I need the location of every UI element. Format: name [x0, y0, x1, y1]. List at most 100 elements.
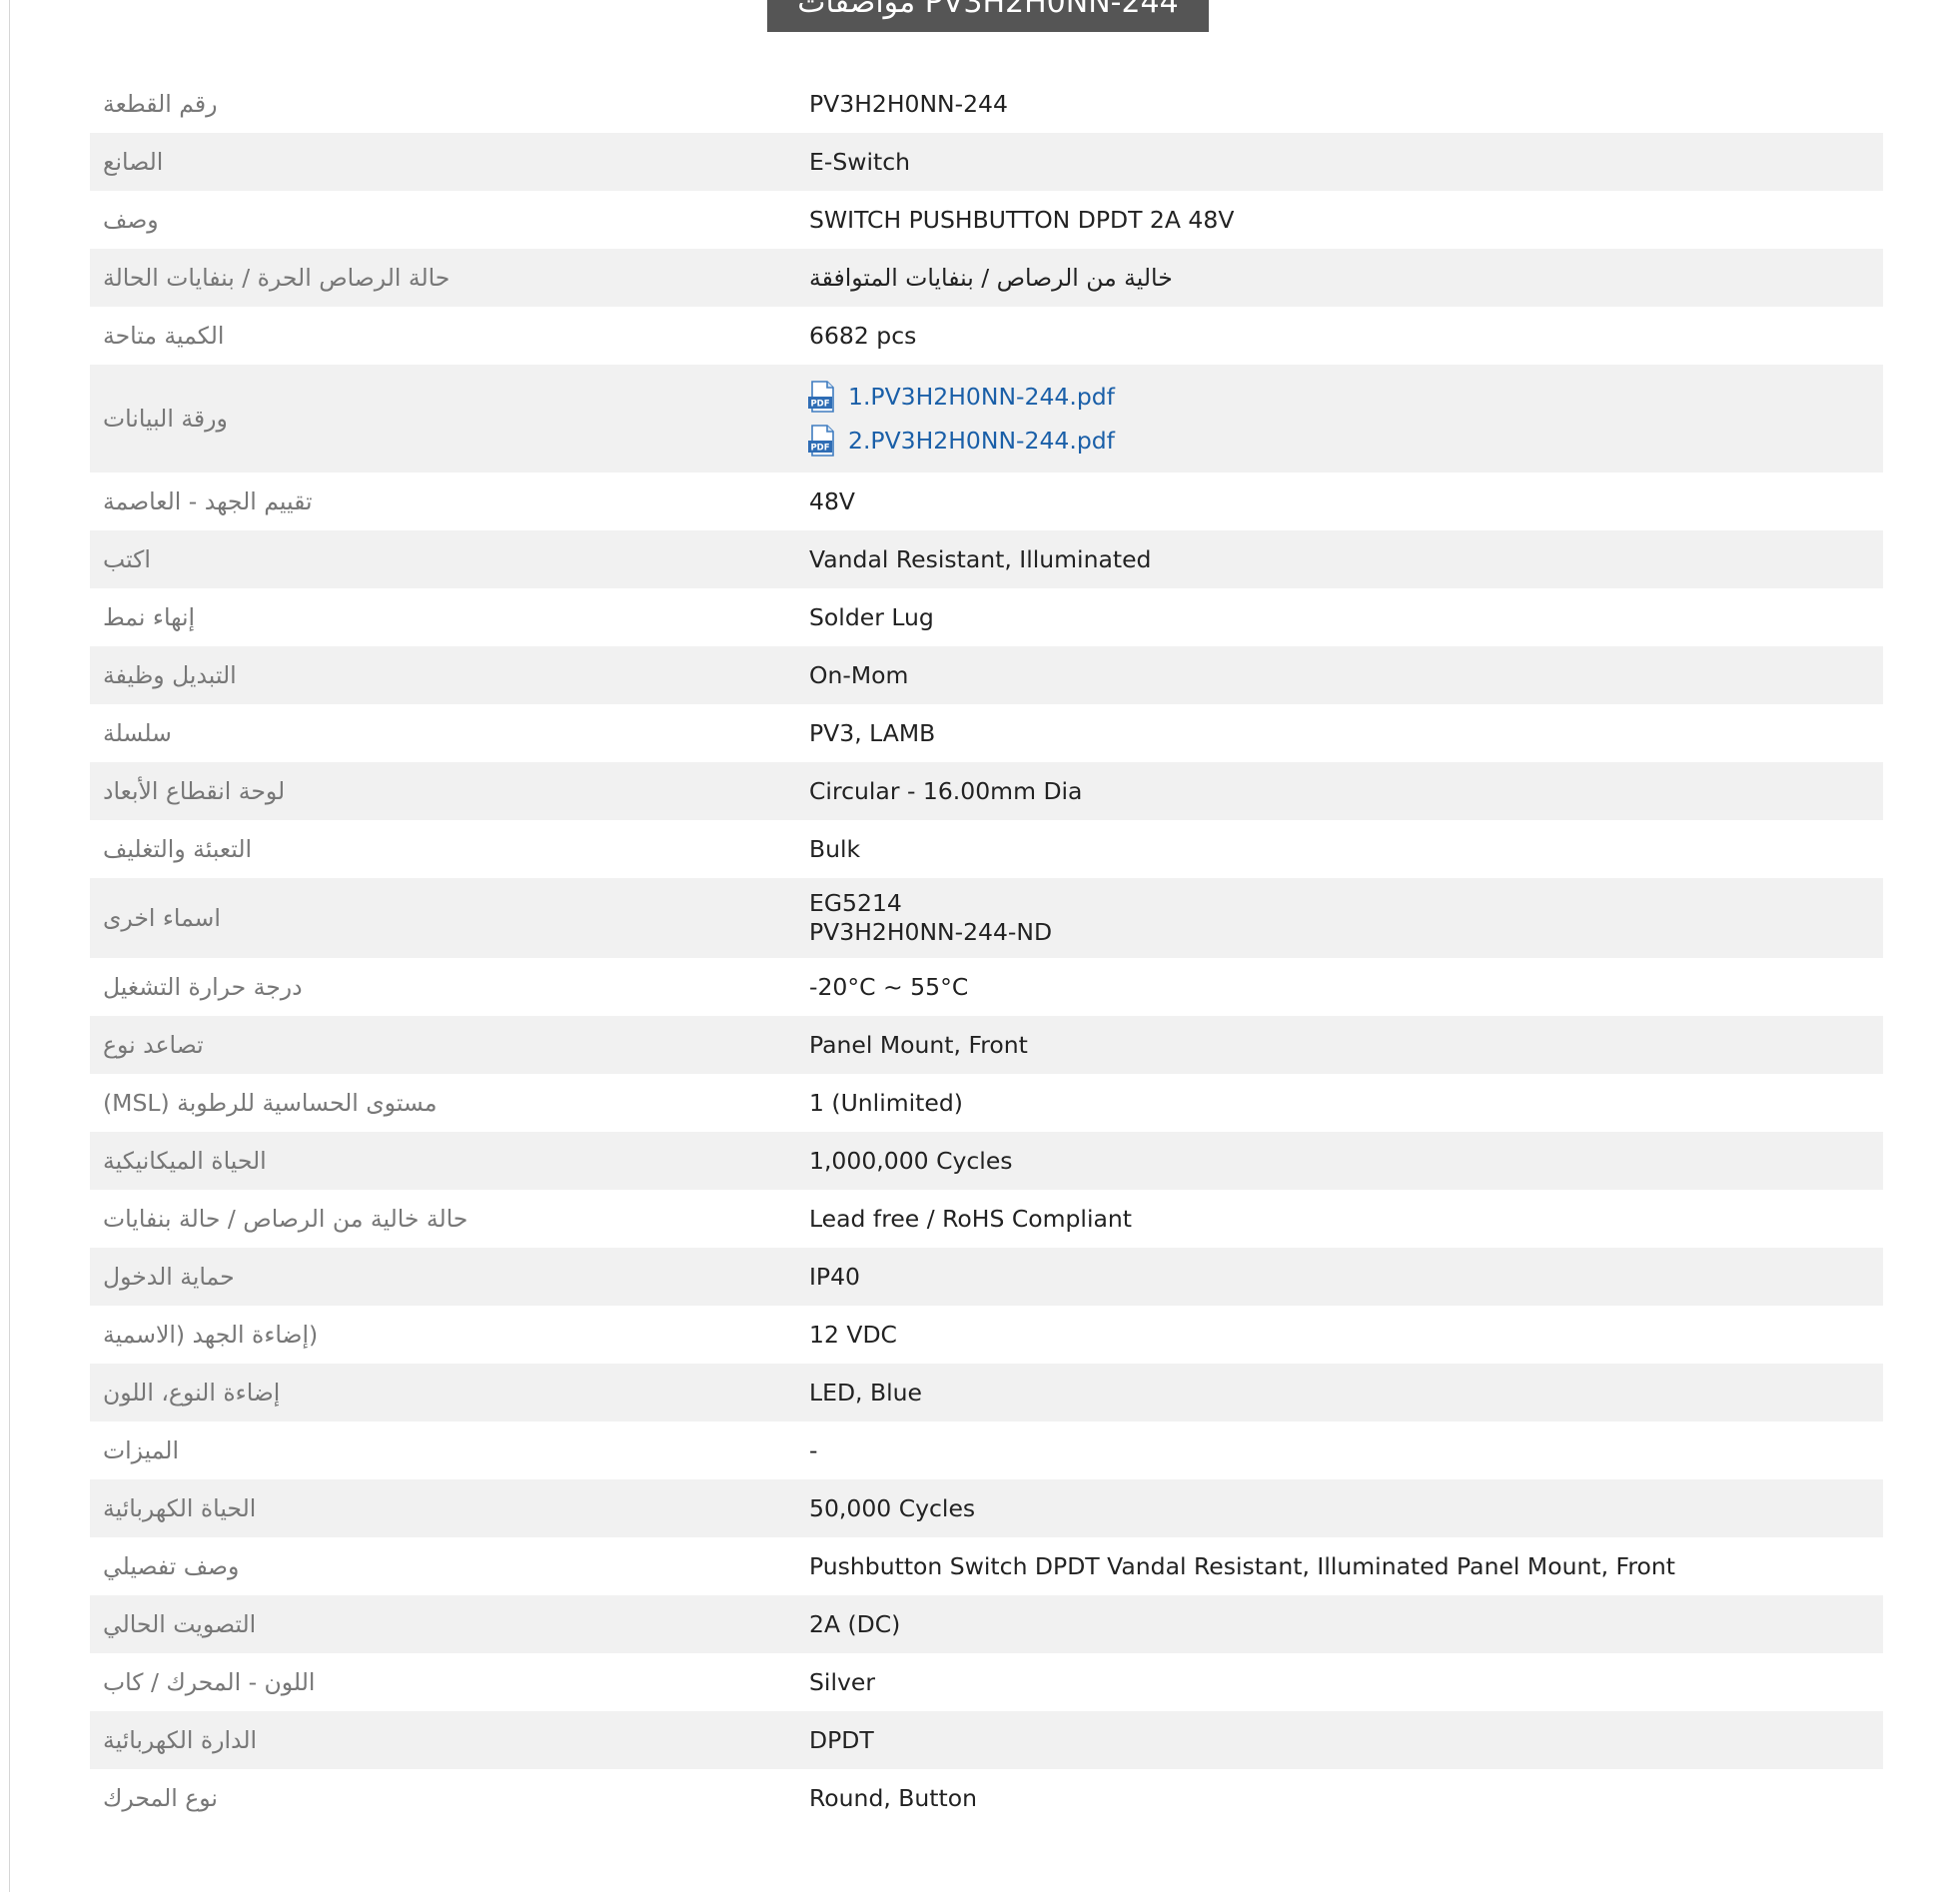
spec-row-mechanical-life: الحياة الميكانيكية 1,000,000 Cycles	[90, 1132, 1883, 1190]
spec-value: Lead free / RoHS Compliant	[809, 1205, 1132, 1233]
spec-row-part-number: رقم القطعة PV3H2H0NN-244	[90, 75, 1883, 133]
spec-value: Round, Button	[809, 1784, 978, 1812]
spec-row-mounting-type: تصاعد نوع Panel Mount, Front	[90, 1016, 1883, 1074]
spec-row-type: اكتب Vandal Resistant, Illuminated	[90, 530, 1883, 588]
spec-row-packaging: التعبئة والتغليف Bulk	[90, 820, 1883, 878]
svg-text:PDF: PDF	[810, 400, 829, 410]
spec-row-switch-function: التبديل وظيفة On-Mom	[90, 646, 1883, 704]
spec-value: 12 VDC	[809, 1321, 897, 1349]
spec-label: لوحة انقطاع الأبعاد	[103, 777, 286, 805]
spec-value: Vandal Resistant, Illuminated	[809, 545, 1152, 573]
spec-row-actuator-type: نوع المحرك Round, Button	[90, 1769, 1883, 1827]
spec-label: وصف تفصيلي	[103, 1552, 240, 1580]
spec-row-quantity-available: الكمية متاحة 6682 pcs	[90, 307, 1883, 365]
spec-value: 1 (Unlimited)	[809, 1089, 963, 1117]
spec-label: الدارة الكهربائية	[103, 1726, 258, 1754]
spec-value: Circular - 16.00mm Dia	[809, 777, 1083, 805]
spec-row-panel-cutout: لوحة انقطاع الأبعاد Circular - 16.00mm D…	[90, 762, 1883, 820]
spec-row-datasheet: ورقة البيانات PDF 1.PV3H2H0NN-244.pdf PD…	[90, 365, 1883, 473]
spec-label: إضاءة النوع، اللون	[103, 1379, 281, 1407]
spec-label: نوع المحرك	[103, 1784, 218, 1812]
spec-value: 2A (DC)	[809, 1610, 901, 1638]
spec-value: E-Switch	[809, 148, 911, 176]
spec-label: ورقة البيانات	[103, 405, 228, 433]
spec-value: PV3H2H0NN-244	[809, 90, 1008, 118]
specifications-tab-header: PV3H2H0NN-244 مواصفات	[767, 0, 1209, 32]
spec-label: الكمية متاحة	[103, 322, 225, 350]
spec-row-electrical-life: الحياة الكهربائية 50,000 Cycles	[90, 1479, 1883, 1537]
datasheet-link-text: 1.PV3H2H0NN-244.pdf	[848, 383, 1115, 411]
spec-label: التبديل وظيفة	[103, 661, 237, 689]
spec-label: سلسلة	[103, 719, 172, 747]
spec-row-ingress-protection: حماية الدخول IP40	[90, 1248, 1883, 1306]
pdf-icon: PDF	[808, 381, 834, 413]
svg-text:PDF: PDF	[810, 444, 829, 454]
specifications-table: رقم القطعة PV3H2H0NN-244 الصانع E-Switch…	[90, 75, 1883, 1827]
spec-label: التعبئة والتغليف	[103, 835, 253, 863]
specifications-title: PV3H2H0NN-244 مواصفات	[797, 0, 1179, 20]
datasheet-link-1[interactable]: PDF 1.PV3H2H0NN-244.pdf	[806, 375, 1883, 419]
page-left-border	[9, 0, 10, 1892]
spec-row-illumination-voltage: (إضاءة الجهد (الاسمية 12 VDC	[90, 1306, 1883, 1364]
spec-row-illumination-type: إضاءة النوع، اللون LED, Blue	[90, 1364, 1883, 1421]
spec-row-msl: (MSL) مستوى الحساسية للرطوبة 1 (Unlimite…	[90, 1074, 1883, 1132]
spec-value: -	[809, 1436, 818, 1464]
spec-label: الميزات	[103, 1436, 179, 1464]
spec-value: خالية من الرصاص / بنفايات المتوافقة	[809, 264, 1173, 292]
spec-row-rohs-status: حالة خالية من الرصاص / حالة بنفايات Lead…	[90, 1190, 1883, 1248]
spec-value: Panel Mount, Front	[809, 1031, 1028, 1059]
spec-value: PV3, LAMB	[809, 719, 936, 747]
other-name-line: PV3H2H0NN-244-ND	[809, 918, 1053, 946]
other-name-line: EG5214	[809, 889, 902, 917]
spec-value: DPDT	[809, 1726, 874, 1754]
spec-label: الحياة الكهربائية	[103, 1494, 257, 1522]
spec-value: EG5214 PV3H2H0NN-244-ND	[792, 878, 1883, 958]
spec-value: LED, Blue	[809, 1379, 922, 1407]
spec-row-lead-free-status: حالة الرصاص الحرة / بنفايات الحالة خالية…	[90, 249, 1883, 307]
spec-label: اكتب	[103, 545, 151, 573]
spec-label: رقم القطعة	[103, 90, 218, 118]
spec-value: 48V	[809, 487, 855, 515]
spec-row-actuator-color: اللون - المحرك / كاب Silver	[90, 1653, 1883, 1711]
spec-row-operating-temperature: درجة حرارة التشغيل -20°C ~ 55°C	[90, 958, 1883, 1016]
spec-value: Silver	[809, 1668, 876, 1696]
spec-label: (إضاءة الجهد (الاسمية	[103, 1321, 319, 1349]
spec-value: 1,000,000 Cycles	[809, 1147, 1013, 1175]
spec-label: تقييم الجهد - العاصمة	[103, 487, 313, 515]
spec-label: تصاعد نوع	[103, 1031, 204, 1059]
spec-label: حالة الرصاص الحرة / بنفايات الحالة	[103, 264, 451, 292]
spec-value: IP40	[809, 1263, 861, 1291]
spec-label: الحياة الميكانيكية	[103, 1147, 267, 1175]
spec-label: وصف	[103, 206, 159, 234]
spec-label: إنهاء نمط	[103, 603, 196, 631]
spec-row-circuit: الدارة الكهربائية DPDT	[90, 1711, 1883, 1769]
datasheet-link-2[interactable]: PDF 2.PV3H2H0NN-244.pdf	[806, 419, 1883, 463]
spec-row-series: سلسلة PV3, LAMB	[90, 704, 1883, 762]
datasheet-links: PDF 1.PV3H2H0NN-244.pdf PDF 2.PV3H2H0NN-…	[792, 365, 1883, 473]
pdf-icon: PDF	[808, 425, 834, 457]
spec-row-manufacturer: الصانع E-Switch	[90, 133, 1883, 191]
spec-value: -20°C ~ 55°C	[809, 973, 969, 1001]
spec-value: SWITCH PUSHBUTTON DPDT 2A 48V	[809, 206, 1235, 234]
spec-value: Pushbutton Switch DPDT Vandal Resistant,…	[809, 1552, 1675, 1580]
spec-label: اسماء اخرى	[103, 904, 221, 932]
spec-row-voltage-rating-dc: تقييم الجهد - العاصمة 48V	[90, 473, 1883, 530]
spec-value: 50,000 Cycles	[809, 1494, 976, 1522]
spec-row-other-names: اسماء اخرى EG5214 PV3H2H0NN-244-ND	[90, 878, 1883, 958]
spec-row-current-rating: التصويت الحالي 2A (DC)	[90, 1595, 1883, 1653]
spec-label: حماية الدخول	[103, 1263, 235, 1291]
spec-value: Bulk	[809, 835, 861, 863]
spec-value: On-Mom	[809, 661, 909, 689]
spec-row-features: الميزات -	[90, 1421, 1883, 1479]
spec-label: درجة حرارة التشغيل	[103, 973, 303, 1001]
spec-row-detailed-description: وصف تفصيلي Pushbutton Switch DPDT Vandal…	[90, 1537, 1883, 1595]
spec-label: التصويت الحالي	[103, 1610, 257, 1638]
spec-label: حالة خالية من الرصاص / حالة بنفايات	[103, 1205, 469, 1233]
spec-row-termination-style: إنهاء نمط Solder Lug	[90, 588, 1883, 646]
spec-label: الصانع	[103, 148, 164, 176]
spec-label: اللون - المحرك / كاب	[103, 1668, 316, 1696]
datasheet-link-text: 2.PV3H2H0NN-244.pdf	[848, 427, 1115, 455]
spec-value: 6682 pcs	[809, 322, 917, 350]
spec-label: (MSL) مستوى الحساسية للرطوبة	[103, 1089, 438, 1117]
spec-value: Solder Lug	[809, 603, 934, 631]
